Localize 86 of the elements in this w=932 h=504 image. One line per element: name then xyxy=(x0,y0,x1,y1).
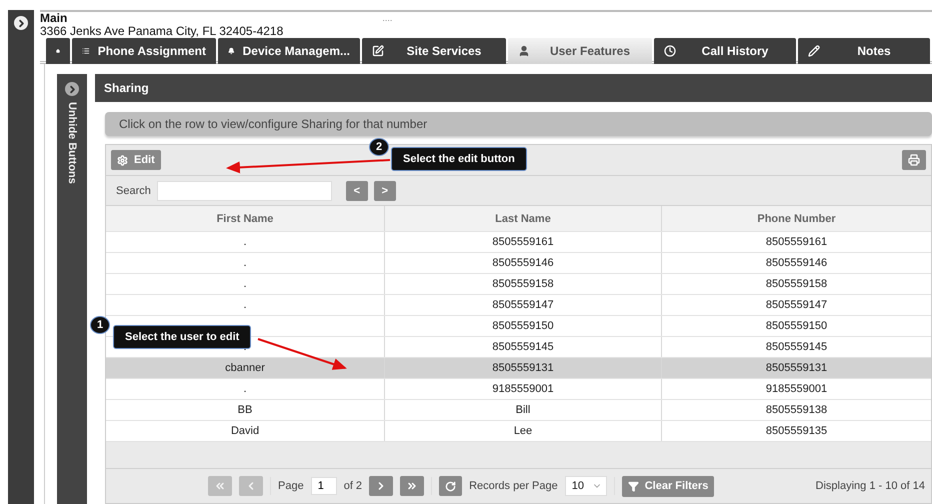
display-count: Displaying 1 - 10 of 14 xyxy=(816,480,925,492)
print-button[interactable] xyxy=(902,150,926,170)
table-cell: 8505559161 xyxy=(766,236,828,248)
last-page-button[interactable] xyxy=(400,476,424,496)
tab[interactable] xyxy=(46,38,70,64)
clear-filters-button[interactable]: Clear Filters xyxy=(622,476,714,496)
tab[interactable]: Phone Assignment xyxy=(72,38,216,64)
table-cell: Bill xyxy=(516,404,530,416)
callout-label: Select the edit button xyxy=(391,147,527,171)
side-strip[interactable]: Unhide Buttons xyxy=(57,74,87,504)
table-cell: 8505559161 xyxy=(492,236,554,248)
table-cell: 8505559145 xyxy=(492,341,554,353)
expand-icon[interactable] xyxy=(14,16,28,30)
search-field[interactable] xyxy=(156,180,332,200)
gear-icon xyxy=(117,154,128,166)
column-header[interactable]: Last Name xyxy=(384,206,661,231)
table-cell: 9185559001 xyxy=(766,383,828,395)
callout-label: Select the user to edit xyxy=(113,325,252,349)
page-count: of 2 xyxy=(344,480,362,492)
table-cell: . xyxy=(243,236,247,248)
table-row[interactable]: . 9185559001 9185559001 xyxy=(106,379,931,400)
panel-title: Sharing xyxy=(95,74,932,102)
marker-text: .... xyxy=(382,12,392,25)
user-icon xyxy=(518,45,530,57)
last-page-icon xyxy=(406,480,418,492)
filter-icon xyxy=(628,480,639,492)
first-page-icon xyxy=(214,480,226,492)
table-cell: 8505559147 xyxy=(766,299,828,311)
step-number: 2 xyxy=(369,138,389,156)
column-header[interactable]: Phone Number xyxy=(661,206,931,231)
step-number: 1 xyxy=(90,316,110,334)
table-cell: 8505559146 xyxy=(492,257,554,269)
table-row[interactable]: . 8505559147 8505559147 xyxy=(106,295,931,316)
table-cell: 8505559158 xyxy=(766,278,828,290)
tab[interactable]: Call History xyxy=(654,38,796,64)
unhide-buttons-label[interactable]: Unhide Buttons xyxy=(66,102,78,184)
table-cell: 8505559150 xyxy=(492,320,554,332)
clock-icon xyxy=(664,45,676,57)
column-header[interactable]: First Name xyxy=(106,206,384,231)
expand-icon[interactable] xyxy=(65,82,79,96)
page-label: Page xyxy=(278,480,304,492)
table-cell: . xyxy=(243,278,247,290)
records-label: Records per Page xyxy=(469,480,558,492)
table-row[interactable]: . 8505559161 8505559161 xyxy=(106,232,931,253)
table-cell: 8505559135 xyxy=(766,425,828,437)
table-cell: . xyxy=(243,257,247,269)
table-row[interactable]: . 8505559158 8505559158 xyxy=(106,274,931,295)
tab[interactable]: Site Services xyxy=(362,38,506,64)
table-cell: Lee xyxy=(514,425,532,437)
tab[interactable]: Device Managem... xyxy=(218,38,360,64)
edit-icon xyxy=(372,45,384,57)
table-cell: 8505559146 xyxy=(766,257,828,269)
next-button[interactable]: > xyxy=(374,180,396,200)
table-row[interactable]: . 8505559146 8505559146 xyxy=(106,253,931,274)
table-cell: 8505559145 xyxy=(766,341,828,353)
per-page-select[interactable]: 10 xyxy=(564,476,607,496)
refresh-button[interactable] xyxy=(439,476,462,496)
table-cell: 8505559147 xyxy=(492,299,554,311)
table-cell: 8505559138 xyxy=(766,404,828,416)
edit-button[interactable]: Edit xyxy=(111,150,161,170)
site-title: Main xyxy=(40,12,68,25)
table-cell: David xyxy=(230,425,260,437)
next-page-button[interactable] xyxy=(369,476,394,496)
prev-button[interactable]: < xyxy=(346,180,368,200)
table-cell: 8505559150 xyxy=(766,320,828,332)
search-label: Search xyxy=(116,184,151,196)
table-cell: . xyxy=(243,383,247,395)
table-cell: 8505559131 xyxy=(766,362,828,374)
table-cell: BB xyxy=(238,404,252,416)
pencil-icon xyxy=(808,45,820,57)
bell-icon xyxy=(228,45,235,57)
hint-bar: Click on the row to view/configure Sharing for that number xyxy=(105,112,932,136)
printer-icon xyxy=(908,154,920,166)
table-row[interactable]: cbanner 8505559131 8505559131 xyxy=(106,358,931,379)
table-cell: 9185559001 xyxy=(492,383,554,395)
tab[interactable]: Notes xyxy=(798,38,930,64)
site-address: 3366 Jenks Ave Panama City, FL 32405-4218 xyxy=(40,25,284,38)
tab[interactable]: User Features xyxy=(508,38,652,64)
table-row[interactable]: David Lee 8505559135 xyxy=(106,421,931,442)
table-cell: . xyxy=(243,299,247,311)
refresh-icon xyxy=(445,480,456,492)
table-row[interactable]: BB Bill 8505559138 xyxy=(106,400,931,421)
table-cell: 8505559131 xyxy=(492,362,554,374)
table-cell: 8505559158 xyxy=(492,278,554,290)
table-cell: cbanner xyxy=(225,362,265,374)
page-field[interactable]: 1 xyxy=(310,477,337,495)
